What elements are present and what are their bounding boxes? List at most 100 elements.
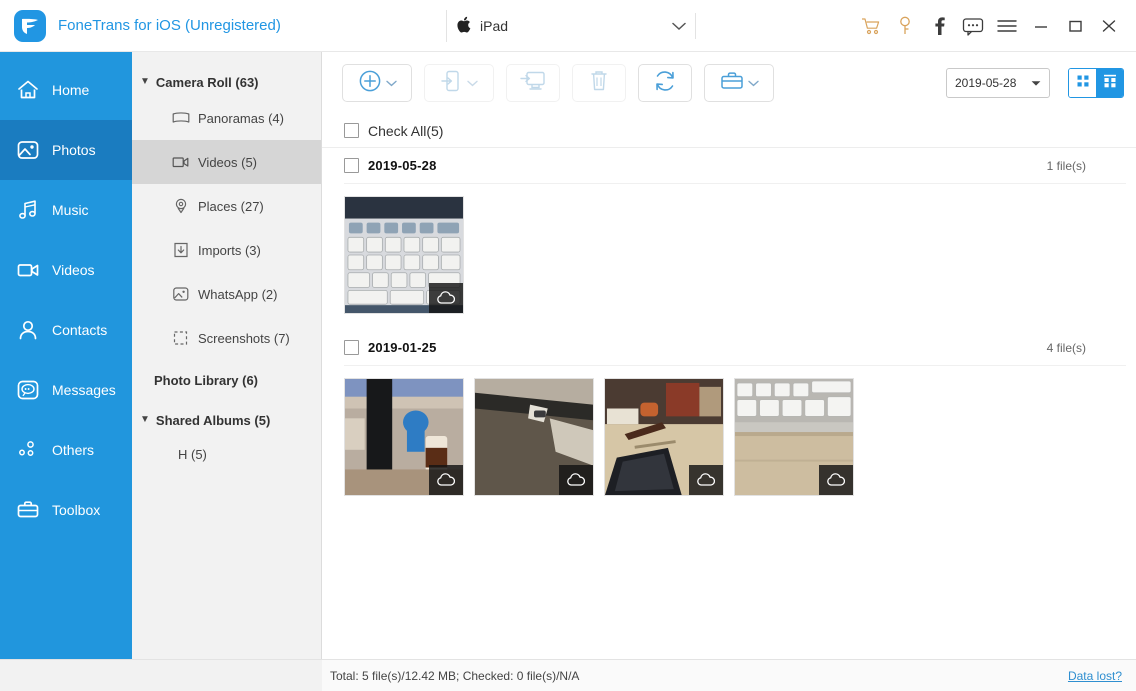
thumbnail-row xyxy=(344,366,1126,500)
album-item-imports[interactable]: Imports (3) xyxy=(132,228,321,272)
photo-keyboard-closeup[interactable] xyxy=(344,196,464,314)
cloud-icon xyxy=(429,283,463,313)
photo-keyboard-desk[interactable] xyxy=(734,378,854,496)
album-item-label: Panoramas (4) xyxy=(198,110,284,126)
delete-button[interactable] xyxy=(572,64,626,102)
whatsapp-photo-icon xyxy=(172,286,198,302)
device-name: iPad xyxy=(480,18,509,34)
sidebar-item-label: Home xyxy=(52,82,90,98)
contacts-icon xyxy=(16,319,46,341)
export-to-pc-button[interactable] xyxy=(506,64,560,102)
video-icon xyxy=(172,155,198,169)
group-header: 2019-05-28 1 file(s) xyxy=(344,148,1126,184)
data-lost-link[interactable]: Data lost? xyxy=(1068,669,1122,683)
date-filter-select[interactable]: 2019-05-28 xyxy=(946,68,1050,98)
photo-dark-edge[interactable] xyxy=(474,378,594,496)
chevron-down-icon[interactable] xyxy=(386,80,397,87)
application-window: FoneTrans for iOS (Unregistered) iPad Ho… xyxy=(0,0,1136,691)
export-to-pc-icon xyxy=(519,68,547,99)
album-group-camera-roll[interactable]: ▼ Camera Roll (63) xyxy=(132,68,321,96)
photos-icon xyxy=(16,139,46,161)
cloud-icon xyxy=(819,465,853,495)
refresh-button[interactable] xyxy=(638,64,692,102)
minimize-icon[interactable] xyxy=(1024,9,1058,43)
sidebar-item-photos[interactable]: Photos xyxy=(0,120,132,180)
main-sidebar: Home Photos Music Videos Contacts Messag… xyxy=(0,52,132,659)
chat-icon[interactable] xyxy=(956,9,990,43)
group-view-button[interactable] xyxy=(1096,69,1123,97)
album-item-label: Photo Library (6) xyxy=(154,372,259,388)
photo-grid-scroll[interactable]: 2019-05-28 1 file(s) 2019-01-25 4 file(s… xyxy=(322,148,1136,659)
album-item-screenshots[interactable]: Screenshots (7) xyxy=(132,316,321,360)
body: Home Photos Music Videos Contacts Messag… xyxy=(0,52,1136,659)
status-summary: Total: 5 file(s)/12.42 MB; Checked: 0 fi… xyxy=(330,668,580,683)
check-all-row[interactable]: Check All(5) xyxy=(322,114,1136,148)
sidebar-item-messages[interactable]: Messages xyxy=(0,360,132,420)
export-to-device-button[interactable] xyxy=(424,64,494,102)
status-bar-spacer xyxy=(0,659,322,691)
caret-down-icon[interactable] xyxy=(1031,76,1041,90)
album-item-panoramas[interactable]: Panoramas (4) xyxy=(132,96,321,140)
menu-icon[interactable] xyxy=(990,9,1024,43)
messages-icon xyxy=(16,379,46,401)
sidebar-item-videos[interactable]: Videos xyxy=(0,240,132,300)
sidebar-item-label: Videos xyxy=(52,262,95,278)
album-item-label: Videos (5) xyxy=(198,154,258,170)
sidebar-item-music[interactable]: Music xyxy=(0,180,132,240)
close-icon[interactable] xyxy=(1092,9,1126,43)
device-selector[interactable]: iPad xyxy=(446,10,696,42)
sidebar-item-label: Toolbox xyxy=(52,502,101,518)
cart-icon[interactable] xyxy=(854,9,888,43)
sidebar-item-home[interactable]: Home xyxy=(0,60,132,120)
toolbox-icon xyxy=(16,499,46,521)
caret-down-icon[interactable]: ▼ xyxy=(140,77,150,87)
maximize-icon[interactable] xyxy=(1058,9,1092,43)
main-content: 2019-05-28 Check All(5) 2019-05-28 1 fil… xyxy=(322,52,1136,659)
others-icon xyxy=(16,439,46,461)
plus-circle-icon xyxy=(357,68,383,99)
caret-down-icon[interactable]: ▼ xyxy=(140,415,150,425)
add-button[interactable] xyxy=(342,64,412,102)
album-item-h[interactable]: H (5) xyxy=(132,434,321,474)
status-bar-wrap: Total: 5 file(s)/12.42 MB; Checked: 0 fi… xyxy=(0,659,1136,691)
photo-desk-phone[interactable] xyxy=(604,378,724,496)
sidebar-item-toolbox[interactable]: Toolbox xyxy=(0,480,132,540)
photo-desk-jars[interactable] xyxy=(344,378,464,496)
screenshot-icon xyxy=(172,330,198,346)
album-item-photo-library[interactable]: Photo Library (6) xyxy=(132,360,321,400)
sidebar-item-label: Music xyxy=(52,202,89,218)
sidebar-item-label: Photos xyxy=(52,142,96,158)
album-group-shared-albums[interactable]: ▼ Shared Albums (5) xyxy=(132,406,321,434)
group-header: 2019-01-25 4 file(s) xyxy=(344,330,1126,366)
album-item-videos[interactable]: Videos (5) xyxy=(132,140,321,184)
chevron-down-icon[interactable] xyxy=(467,80,478,87)
cloud-icon xyxy=(559,465,593,495)
group-checkbox[interactable] xyxy=(344,158,359,173)
refresh-icon xyxy=(652,68,678,99)
album-item-label: WhatsApp (2) xyxy=(198,286,278,302)
toolbox-button[interactable] xyxy=(704,64,774,102)
apple-logo-icon xyxy=(457,16,471,36)
album-item-places[interactable]: Places (27) xyxy=(132,184,321,228)
chevron-down-icon[interactable] xyxy=(672,22,686,31)
facebook-icon[interactable] xyxy=(922,9,956,43)
key-icon[interactable] xyxy=(888,9,922,43)
sidebar-item-contacts[interactable]: Contacts xyxy=(0,300,132,360)
music-icon xyxy=(16,199,46,221)
sidebar-item-others[interactable]: Others xyxy=(0,420,132,480)
video-camera-icon xyxy=(16,259,46,281)
grid-view-button[interactable] xyxy=(1069,69,1096,97)
thumbnail-row xyxy=(344,184,1126,318)
chevron-down-icon[interactable] xyxy=(748,80,759,87)
group-file-count: 1 file(s) xyxy=(1046,158,1086,173)
album-item-label: Screenshots (7) xyxy=(198,330,290,346)
content-toolbar: 2019-05-28 xyxy=(322,52,1136,114)
group-checkbox[interactable] xyxy=(344,340,359,355)
check-all-checkbox[interactable] xyxy=(344,123,359,138)
album-item-whatsapp[interactable]: WhatsApp (2) xyxy=(132,272,321,316)
album-panel: ▼ Camera Roll (63) Panoramas (4) Videos … xyxy=(132,52,322,659)
status-bar: Total: 5 file(s)/12.42 MB; Checked: 0 fi… xyxy=(322,659,1136,691)
home-icon xyxy=(16,79,46,101)
app-title: FoneTrans for iOS (Unregistered) xyxy=(58,17,281,34)
sidebar-item-label: Others xyxy=(52,442,95,458)
